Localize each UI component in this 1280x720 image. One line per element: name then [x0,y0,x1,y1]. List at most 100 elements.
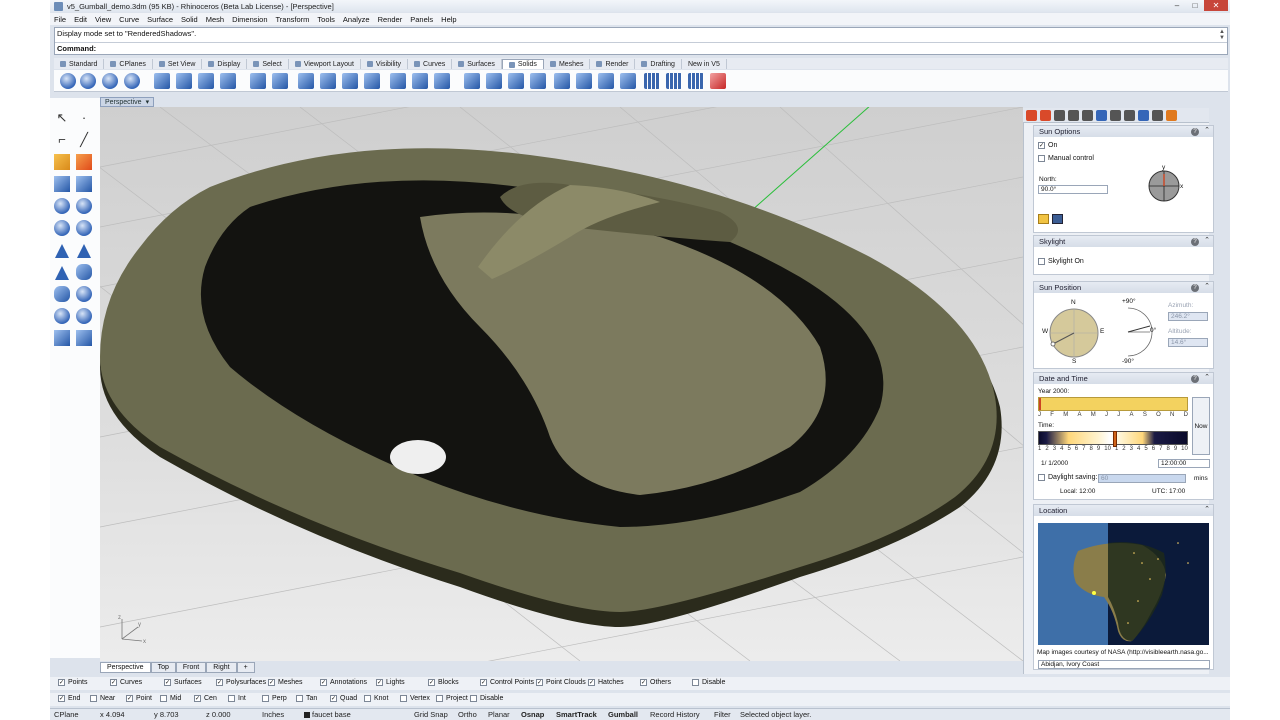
tab-set-view[interactable]: Set View [153,59,203,69]
fillet-icon[interactable] [76,308,92,324]
viewport-title[interactable]: Perspective ▾ [100,97,155,107]
now-button[interactable]: Now [1192,397,1210,455]
sphere-icon[interactable] [54,198,70,214]
tab-display[interactable]: Display [202,59,248,69]
filter-lights[interactable]: ✓ Lights [376,679,405,686]
move-face-tool-icon[interactable] [508,73,524,89]
command-prompt[interactable]: Command: [55,42,1227,54]
viewport-menu-arrow-icon[interactable]: ▾ [146,98,150,106]
skylight-help-icon[interactable]: ? [1191,238,1199,246]
pipe-icon[interactable] [54,308,70,324]
turn-off-solid-points-tool-icon[interactable] [710,73,726,89]
cone-tool-icon[interactable] [220,73,236,89]
box-icon[interactable] [54,176,70,192]
chamfer-edge-tool-icon[interactable] [412,73,428,89]
cap-tool-icon[interactable] [464,73,480,89]
sun-position-header[interactable]: Sun Position ? ⌃ [1034,282,1213,293]
osnap-toggle[interactable]: Osnap [521,710,544,719]
cylinder-icon[interactable] [76,264,92,280]
boolean-union-tool-icon[interactable] [298,73,314,89]
year-marker[interactable] [1039,398,1041,410]
tab-meshes[interactable]: Meshes [544,59,591,69]
tab-drafting[interactable]: Drafting [635,59,682,69]
sphere-diameter-tool-icon[interactable] [80,73,96,89]
manual-control-checkbox[interactable]: Manual control [1038,155,1094,162]
tab-front[interactable]: Front [175,662,207,673]
textures-panel-icon[interactable] [1110,110,1121,121]
altitude-input[interactable]: 14.6° [1168,338,1208,347]
filter-curves[interactable]: ✓ Curves [110,679,142,686]
light-icon[interactable] [54,154,70,170]
filter-others[interactable]: ✓ Others [640,679,671,686]
properties-panel-icon[interactable] [1026,110,1037,121]
cplane-status[interactable]: CPlane [54,710,79,719]
tab-select[interactable]: Select [247,59,289,69]
solid-points-tool-icon[interactable] [688,73,704,89]
boolean-split-tool-icon[interactable] [364,73,380,89]
north-compass[interactable] [1144,166,1184,206]
tab-standard[interactable]: Standard [54,59,105,69]
osnap-knot[interactable]: Knot [364,695,388,702]
menu-tools[interactable]: Tools [317,15,335,24]
filter-points[interactable]: ✓ Points [58,679,87,686]
menu-help[interactable]: Help [441,15,456,24]
array-polar-tool-icon[interactable] [666,73,682,89]
box-corner-tool-icon[interactable] [176,73,192,89]
osnap-perp[interactable]: Perp [262,695,287,702]
tab-top[interactable]: Top [150,662,176,673]
skylight-collapse-icon[interactable]: ⌃ [1204,236,1210,244]
sun-position-collapse-icon[interactable]: ⌃ [1204,282,1210,290]
osnap-near[interactable]: Near [90,695,115,702]
menu-solid[interactable]: Solid [181,15,198,24]
date-input[interactable]: 1/ 1/2000 [1038,459,1158,468]
osnap-int[interactable]: Int [228,695,246,702]
tab-new-in-v5[interactable]: New in V5 [682,59,727,69]
pyramid-icon[interactable] [77,244,91,258]
command-scrollbar[interactable]: ▲ ▼ [1218,29,1226,41]
osnap-mid[interactable]: Mid [160,695,181,702]
split-face-tool-icon[interactable] [554,73,570,89]
gumball-toggle[interactable]: Gumball [608,710,638,719]
menu-surface[interactable]: Surface [147,15,173,24]
daylight-saving-checkbox[interactable]: Daylight saving: [1038,474,1097,481]
save-icon[interactable] [1052,214,1063,224]
date-time-help-icon[interactable]: ? [1191,375,1199,383]
sun-options-help-icon[interactable]: ? [1191,128,1199,136]
year-slider[interactable] [1038,397,1188,411]
menu-render[interactable]: Render [378,15,403,24]
menu-file[interactable]: File [54,15,66,24]
osnap-cen[interactable]: ✓ Cen [194,695,217,702]
tab-curves[interactable]: Curves [408,59,453,69]
explode-icon[interactable] [76,154,92,170]
menu-mesh[interactable]: Mesh [206,15,224,24]
sun-position-help-icon[interactable]: ? [1191,284,1199,292]
filter-control-points[interactable]: ✓ Control Points [480,679,534,686]
menu-dimension[interactable]: Dimension [232,15,267,24]
select-arrow-icon[interactable]: ↖ [54,110,70,126]
tab-viewport-layout[interactable]: Viewport Layout [289,59,361,69]
minimize-button[interactable]: – [1168,0,1186,11]
azimuth-dial[interactable] [1044,300,1104,364]
tab-surfaces[interactable]: Surfaces [452,59,502,69]
ortho-toggle[interactable]: Ortho [458,710,477,719]
record-history-toggle[interactable]: Record History [650,710,700,719]
filter-meshes[interactable]: ✓ Meshes [268,679,303,686]
planar-toggle[interactable]: Planar [488,710,510,719]
menu-transform[interactable]: Transform [276,15,310,24]
daylight-saving-input[interactable]: 60 [1098,474,1186,483]
city-dropdown[interactable]: Abidjan, Ivory Coast [1038,660,1210,669]
shell-tool-icon[interactable] [434,73,450,89]
materials-panel-icon[interactable] [1082,110,1093,121]
move-edge-tool-icon[interactable] [530,73,546,89]
sun-options-header[interactable]: Sun Options ? ⌃ [1034,126,1213,137]
extrude-tool-icon[interactable] [250,73,266,89]
osnap-tan[interactable]: Tan [296,695,317,702]
time-marker[interactable] [1113,431,1117,447]
osnap-project[interactable]: Project [436,695,468,702]
sun-panel-icon[interactable] [1166,110,1177,121]
array-tool-icon[interactable] [644,73,660,89]
date-time-collapse-icon[interactable]: ⌃ [1204,373,1210,381]
filter-hatches[interactable]: ✓ Hatches [588,679,624,686]
select-point-icon[interactable]: · [76,110,92,126]
extract-surface-tool-icon[interactable] [486,73,502,89]
